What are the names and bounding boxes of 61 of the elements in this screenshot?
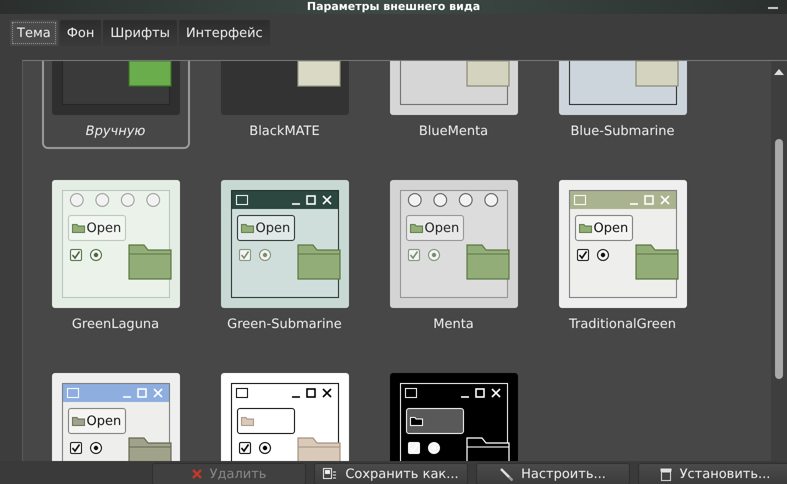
theme-name: TraditionalGreen (568, 316, 676, 334)
window-buttons-icon (628, 195, 672, 205)
checkbox-icon (408, 249, 420, 261)
theme-name: Blue-Submarine (570, 123, 675, 141)
window-buttons-icon (290, 195, 334, 205)
window-title: Параметры внешнего вида (306, 0, 480, 14)
theme-item[interactable]: Open TraditionalGreen (548, 170, 696, 342)
window-buttons-icon (290, 388, 334, 398)
delete-icon (192, 469, 202, 479)
theme-name: BlackMATE (249, 123, 320, 141)
tab[interactable]: Фон (60, 20, 102, 46)
radio-icon (258, 442, 270, 454)
radio-icon (90, 442, 102, 454)
window-icon (404, 388, 416, 398)
theme-name: GreenLaguna (72, 316, 160, 334)
window-buttons-icon (120, 388, 164, 398)
preview-open-button: Open (68, 215, 126, 241)
radio-icon (90, 249, 102, 261)
theme-name: BlueMenta (418, 123, 488, 141)
theme-name: Вручную (86, 123, 146, 141)
tab[interactable]: Интерфейс (178, 20, 270, 46)
scroll-up-icon[interactable] (774, 69, 784, 75)
preview-open-button: Open (236, 215, 294, 241)
action-button[interactable]: Сохранить как... (314, 463, 468, 484)
theme-item[interactable]: BlackMATE (210, 61, 358, 149)
preview-open-button: Open (574, 215, 632, 241)
radio-icon (258, 249, 270, 261)
theme-item[interactable]: Open Green-Submarine (210, 170, 358, 342)
theme-item[interactable]: Open Menta (380, 170, 528, 342)
checkbox-icon (70, 249, 82, 261)
action-button[interactable]: Установить... (638, 463, 787, 484)
checkbox-icon (238, 442, 250, 454)
checkbox-icon (576, 249, 588, 261)
theme-item[interactable]: Open GreenLaguna (42, 170, 190, 342)
radio-icon (428, 249, 440, 261)
preview-open-button: Open (406, 215, 464, 241)
theme-name: Menta (433, 316, 474, 334)
box-icon (660, 468, 672, 480)
radio-icon (428, 442, 440, 454)
checkbox-icon (238, 249, 250, 261)
action-button[interactable]: Настроить... (476, 463, 630, 484)
window-icon (236, 195, 248, 205)
tab[interactable]: Тема (10, 20, 58, 46)
theme-item[interactable]: Blue-Submarine (548, 61, 696, 149)
radio-icon (596, 249, 608, 261)
theme-item[interactable]: BlueMenta (380, 61, 528, 149)
tab[interactable]: Шрифты (103, 20, 177, 46)
theme-item[interactable]: Open (42, 363, 190, 461)
theme-item[interactable]: Вручную (42, 61, 190, 149)
save-icon (323, 468, 338, 480)
preview-open-button: Open (68, 408, 126, 434)
scrollbar-thumb[interactable] (775, 139, 783, 379)
theme-name: Green-Submarine (227, 316, 342, 334)
window-icon (236, 388, 248, 398)
brush-icon (500, 468, 514, 480)
window-icon (66, 388, 78, 398)
checkbox-icon (70, 442, 82, 454)
window-icon (574, 195, 586, 205)
minimize-icon[interactable] (767, 4, 779, 10)
checkbox-icon (408, 442, 420, 454)
window-buttons-icon (458, 388, 502, 398)
